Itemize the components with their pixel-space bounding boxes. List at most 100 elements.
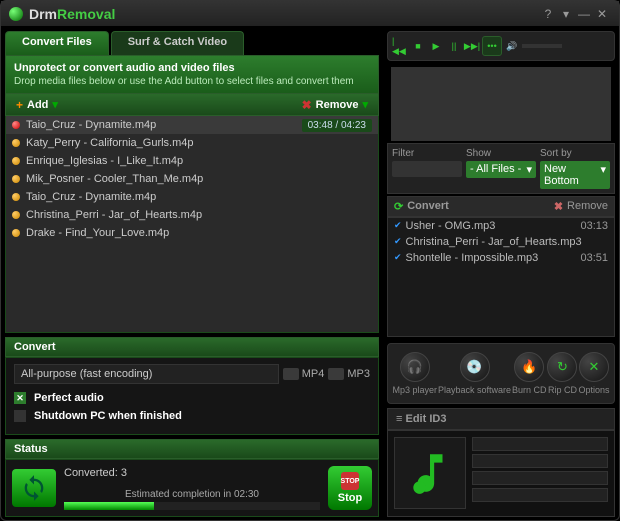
list-item[interactable]: Christina_Perri - Jar_of_Hearts.m4p bbox=[6, 206, 378, 224]
tab-convert-files[interactable]: Convert Files bbox=[5, 31, 109, 55]
eta-label: Estimated completion in 02:30 bbox=[64, 489, 320, 500]
queue-dur: 03:13 bbox=[580, 220, 608, 232]
burn-icon: 🔥 bbox=[514, 352, 544, 382]
queue-name: Shontelle - Impossible.mp3 bbox=[406, 252, 581, 264]
music-note-icon bbox=[405, 448, 455, 498]
queue-list[interactable]: ✔Usher - OMG.mp303:13 ✔Christina_Perri -… bbox=[387, 217, 615, 337]
format-mp4[interactable]: MP4 bbox=[283, 368, 325, 380]
status-bullet-icon bbox=[12, 139, 20, 147]
list-item[interactable]: Taio_Cruz - Dynamite.m4p 03:48 / 04:23 bbox=[6, 116, 378, 134]
album-art bbox=[394, 437, 466, 509]
chevron-down-icon: ▾ bbox=[526, 163, 532, 176]
minimize-button[interactable]: — bbox=[575, 7, 593, 21]
list-item[interactable]: Enrique_Iglesias - I_Like_It.m4p bbox=[6, 152, 378, 170]
list-item[interactable]: Taio_Cruz - Dynamite.m4p bbox=[6, 188, 378, 206]
chevron-down-icon: ▾ bbox=[52, 98, 58, 111]
file-name: Enrique_Iglesias - I_Like_It.m4p bbox=[26, 155, 372, 167]
stop-button[interactable]: STOP Stop bbox=[328, 466, 372, 510]
tool-mp3-player[interactable]: 🎧Mp3 player bbox=[392, 352, 437, 395]
format-mp3[interactable]: MP3 bbox=[328, 368, 370, 380]
list-item[interactable]: Mik_Posner - Cooler_Than_Me.m4p bbox=[6, 170, 378, 188]
status-section-head: Status bbox=[5, 439, 379, 459]
tabs: Convert Files Surf & Catch Video bbox=[5, 31, 379, 55]
titlebar: Drm Removal ? ▾ — ✕ bbox=[1, 1, 619, 27]
menu-caret-icon[interactable]: ▾ bbox=[557, 7, 575, 21]
queue-dur: 03:51 bbox=[580, 252, 608, 264]
file-name: Mik_Posner - Cooler_Than_Me.m4p bbox=[26, 173, 372, 185]
panel-header: Unprotect or convert audio and video fil… bbox=[5, 55, 379, 94]
stop-label: Stop bbox=[338, 492, 362, 504]
tool-launcher: 🎧Mp3 player 💿Playback software 🔥Burn CD … bbox=[387, 343, 615, 404]
id3-field[interactable] bbox=[472, 471, 608, 485]
list-item[interactable]: ✔Shontelle - Impossible.mp303:51 bbox=[388, 250, 614, 266]
convert-queue-label[interactable]: Convert bbox=[394, 200, 554, 213]
sort-select[interactable]: New Bottom▾ bbox=[540, 161, 610, 189]
perfect-audio-checkbox[interactable]: ✕ Perfect audio bbox=[14, 392, 370, 404]
sort-col: Sort by New Bottom▾ bbox=[540, 148, 610, 189]
rip-icon: ↻ bbox=[547, 352, 577, 382]
title-part2: Removal bbox=[57, 6, 115, 22]
status-bullet-icon bbox=[12, 211, 20, 219]
queue-name: Usher - OMG.mp3 bbox=[406, 220, 581, 232]
player-controls: |◀◀ ■ ▶ || ▶▶| ••• 🔊 bbox=[387, 31, 615, 61]
app-logo-icon bbox=[9, 7, 23, 21]
add-label: Add bbox=[27, 99, 48, 111]
shutdown-checkbox[interactable]: Shutdown PC when finished bbox=[14, 410, 370, 422]
video-icon bbox=[283, 368, 299, 380]
add-button[interactable]: + Add ▾ bbox=[6, 94, 68, 115]
show-col: Show - All Files -▾ bbox=[466, 148, 536, 189]
file-name: Katy_Perry - California_Gurls.m4p bbox=[26, 137, 372, 149]
perfect-audio-label: Perfect audio bbox=[34, 392, 104, 404]
remove-button[interactable]: ✖ Remove ▾ bbox=[292, 94, 378, 115]
id3-field[interactable] bbox=[472, 437, 608, 451]
show-select[interactable]: - All Files -▾ bbox=[466, 161, 536, 178]
disc-icon: 💿 bbox=[460, 352, 490, 382]
tools-icon: ✕ bbox=[579, 352, 609, 382]
tool-rip-cd[interactable]: ↻Rip CD bbox=[547, 352, 577, 395]
panel-heading: Unprotect or convert audio and video fil… bbox=[14, 62, 370, 74]
check-icon: ✔ bbox=[394, 236, 402, 247]
playlist-button[interactable]: ••• bbox=[482, 36, 502, 56]
file-toolbar: + Add ▾ ✖ Remove ▾ bbox=[5, 94, 379, 116]
seek-slider[interactable] bbox=[391, 67, 611, 141]
edit-id3-head: ≡ Edit ID3 bbox=[387, 408, 615, 430]
list-item[interactable]: Drake - Find_Your_Love.m4p bbox=[6, 224, 378, 242]
filter-label: Filter bbox=[392, 148, 462, 159]
play-button[interactable]: ▶ bbox=[428, 38, 444, 54]
help-button[interactable]: ? bbox=[539, 7, 557, 21]
stop-playback-button[interactable]: ■ bbox=[410, 38, 426, 54]
close-button[interactable]: ✕ bbox=[593, 7, 611, 21]
preset-select[interactable]: All-purpose (fast encoding) bbox=[14, 364, 279, 384]
file-list[interactable]: Taio_Cruz - Dynamite.m4p 03:48 / 04:23 K… bbox=[5, 116, 379, 333]
status-bullet-icon bbox=[12, 175, 20, 183]
list-item[interactable]: ✔Christina_Perri - Jar_of_Hearts.mp3 bbox=[388, 234, 614, 250]
convert-section-head: Convert bbox=[5, 337, 379, 357]
queue-remove-button[interactable]: ✖Remove bbox=[554, 200, 608, 213]
list-item[interactable]: ✔Usher - OMG.mp303:13 bbox=[388, 218, 614, 234]
refresh-icon bbox=[12, 469, 56, 507]
tool-playback-software[interactable]: 💿Playback software bbox=[438, 352, 511, 395]
tool-burn-cd[interactable]: 🔥Burn CD bbox=[512, 352, 547, 395]
list-item[interactable]: Katy_Perry - California_Gurls.m4p bbox=[6, 134, 378, 152]
file-name: Taio_Cruz - Dynamite.m4p bbox=[26, 119, 302, 131]
chevron-down-icon: ▾ bbox=[362, 98, 368, 111]
converted-label: Converted: bbox=[64, 467, 118, 479]
audio-icon bbox=[328, 368, 344, 380]
tab-surf-catch[interactable]: Surf & Catch Video bbox=[111, 31, 244, 55]
chevron-down-icon: ▾ bbox=[600, 163, 606, 187]
x-icon: ✖ bbox=[554, 200, 563, 213]
volume-icon[interactable]: 🔊 bbox=[504, 38, 520, 54]
prev-button[interactable]: |◀◀ bbox=[392, 38, 408, 54]
filter-col: Filter bbox=[392, 148, 462, 189]
tool-options[interactable]: ✕Options bbox=[578, 352, 609, 395]
file-name: Christina_Perri - Jar_of_Hearts.m4p bbox=[26, 209, 372, 221]
main-area: Convert Files Surf & Catch Video Unprote… bbox=[1, 27, 619, 521]
volume-slider[interactable] bbox=[522, 44, 562, 48]
filter-input[interactable] bbox=[392, 161, 462, 177]
remove-label: Remove bbox=[316, 99, 359, 111]
pause-button[interactable]: || bbox=[446, 38, 462, 54]
id3-field[interactable] bbox=[472, 488, 608, 502]
next-button[interactable]: ▶▶| bbox=[464, 38, 480, 54]
id3-field[interactable] bbox=[472, 454, 608, 468]
title-part1: Drm bbox=[29, 6, 57, 22]
